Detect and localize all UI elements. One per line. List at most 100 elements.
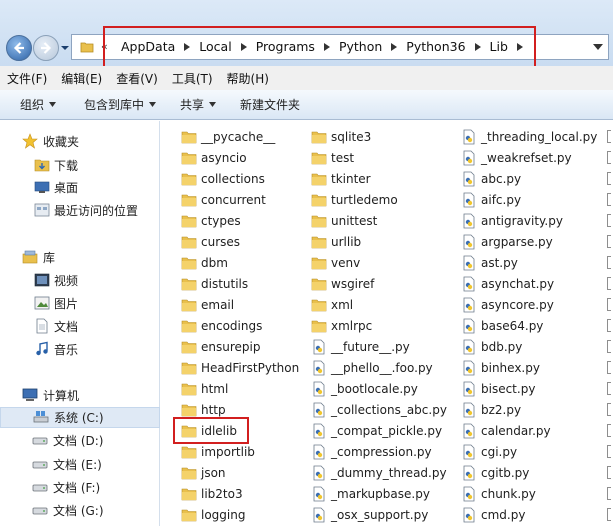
folder-item[interactable]: ctypes <box>181 211 241 231</box>
share-button[interactable]: 共享 <box>170 96 226 113</box>
nav-recent[interactable]: 最近访问的位置 <box>0 200 160 221</box>
crumb-appdata[interactable]: AppData <box>116 39 180 54</box>
menu-help[interactable]: 帮助(H) <box>220 70 276 87</box>
address-box[interactable]: « AppData Local Programs Python Python36… <box>71 34 609 60</box>
folder-item[interactable]: turtledemo <box>311 190 398 210</box>
file-item[interactable]: asynchat.py <box>461 274 554 294</box>
menu-file[interactable]: 文件(F) <box>0 70 54 87</box>
crumb-lib[interactable]: Lib <box>485 39 513 54</box>
crumb-python[interactable]: Python <box>334 39 387 54</box>
overflow-chevron-icon[interactable]: « <box>101 40 108 53</box>
file-item[interactable]: bdb.py <box>461 337 522 357</box>
organize-button[interactable]: 组织 <box>10 96 66 113</box>
folder-item[interactable]: encodings <box>181 316 262 336</box>
folder-item[interactable]: sqlite3 <box>311 127 371 147</box>
file-item[interactable]: chunk.py <box>461 484 536 504</box>
file-item[interactable]: base64.py <box>461 316 543 336</box>
nav-desktop[interactable]: 桌面 <box>0 177 160 198</box>
file-item[interactable]: bz2.py <box>461 400 521 420</box>
menu-tools[interactable]: 工具(T) <box>165 70 220 87</box>
folder-item[interactable]: asyncio <box>181 148 247 168</box>
forward-button[interactable] <box>33 35 59 61</box>
file-item[interactable]: binhex.py <box>461 358 540 378</box>
nav-drive-d[interactable]: 文档 (D:) <box>0 430 160 451</box>
folder-item[interactable]: concurrent <box>181 190 266 210</box>
folder-item[interactable]: json <box>181 463 226 483</box>
file-item[interactable]: bisect.py <box>461 379 535 399</box>
nav-documents[interactable]: 文档 <box>0 316 160 337</box>
nav-pictures[interactable]: 图片 <box>0 293 160 314</box>
file-item[interactable]: _markupbase.py <box>311 484 430 504</box>
file-item[interactable]: _collections_abc.py <box>311 400 447 420</box>
crumb-separator-icon[interactable] <box>471 42 485 51</box>
crumb-separator-icon[interactable] <box>513 42 527 51</box>
file-item[interactable]: _bootlocale.py <box>311 379 418 399</box>
folder-item[interactable]: ensurepip <box>181 337 260 357</box>
include-in-library-button[interactable]: 包含到库中 <box>74 96 166 113</box>
file-name: cgi.py <box>481 445 518 459</box>
menu-edit[interactable]: 编辑(E) <box>54 70 109 87</box>
new-folder-button[interactable]: 新建文件夹 <box>230 96 310 113</box>
folder-item[interactable]: idlelib <box>181 421 237 441</box>
folder-item[interactable]: http <box>181 400 226 420</box>
crumb-local[interactable]: Local <box>194 39 236 54</box>
folder-item[interactable]: html <box>181 379 228 399</box>
nav-videos[interactable]: 视频 <box>0 270 160 291</box>
folder-item[interactable]: lib2to3 <box>181 484 243 504</box>
file-item[interactable]: abc.py <box>461 169 521 189</box>
folder-item[interactable]: venv <box>311 253 360 273</box>
file-item[interactable]: _compression.py <box>311 442 432 462</box>
folder-item[interactable]: __pycache__ <box>181 127 275 147</box>
file-item[interactable]: argparse.py <box>461 232 553 252</box>
folder-item[interactable]: xml <box>311 295 353 315</box>
menu-view[interactable]: 查看(V) <box>109 70 165 87</box>
file-item[interactable]: _dummy_thread.py <box>311 463 447 483</box>
folder-item[interactable]: test <box>311 148 354 168</box>
folder-item[interactable]: unittest <box>311 211 377 231</box>
file-item[interactable]: _weakrefset.py <box>461 148 572 168</box>
nav-drive-c[interactable]: 系统 (C:) <box>0 407 160 428</box>
file-item[interactable]: calendar.py <box>461 421 551 441</box>
crumb-separator-icon[interactable] <box>180 42 194 51</box>
folder-item[interactable]: distutils <box>181 274 248 294</box>
file-item[interactable]: __future__.py <box>311 337 410 357</box>
nav-drive-f[interactable]: 文档 (F:) <box>0 477 160 498</box>
nav-drive-g[interactable]: 文档 (G:) <box>0 500 160 521</box>
nav-downloads[interactable]: 下载 <box>0 155 160 176</box>
file-item[interactable]: _threading_local.py <box>461 127 597 147</box>
file-item[interactable]: ast.py <box>461 253 518 273</box>
nav-libraries[interactable]: 库 <box>0 247 160 268</box>
file-item[interactable]: aifc.py <box>461 190 521 210</box>
recent-pages-chevron-icon[interactable] <box>61 44 69 52</box>
nav-computer[interactable]: 计算机 <box>0 385 160 406</box>
file-item[interactable]: _osx_support.py <box>311 505 428 525</box>
folder-item[interactable]: collections <box>181 169 265 189</box>
file-item[interactable]: asyncore.py <box>461 295 554 315</box>
address-dropdown-icon[interactable] <box>593 43 603 51</box>
crumb-separator-icon[interactable] <box>320 42 334 51</box>
crumb-programs[interactable]: Programs <box>251 39 320 54</box>
folder-item[interactable]: xmlrpc <box>311 316 372 336</box>
folder-item[interactable]: wsgiref <box>311 274 374 294</box>
folder-item[interactable]: email <box>181 295 234 315</box>
folder-item[interactable]: HeadFirstPython <box>181 358 299 378</box>
file-item[interactable]: cgi.py <box>461 442 517 462</box>
crumb-separator-icon[interactable] <box>237 42 251 51</box>
back-button[interactable] <box>6 35 32 61</box>
file-item[interactable]: _compat_pickle.py <box>311 421 442 441</box>
crumb-python36[interactable]: Python36 <box>401 39 470 54</box>
file-item[interactable]: antigravity.py <box>461 211 563 231</box>
nav-favorites[interactable]: 收藏夹 <box>0 131 160 152</box>
folder-item[interactable]: importlib <box>181 442 255 462</box>
folder-item[interactable]: urllib <box>311 232 361 252</box>
folder-item[interactable]: tkinter <box>311 169 371 189</box>
file-item[interactable]: __phello__.foo.py <box>311 358 433 378</box>
file-item[interactable]: cmd.py <box>461 505 525 525</box>
folder-item[interactable]: dbm <box>181 253 228 273</box>
folder-item[interactable]: logging <box>181 505 245 525</box>
nav-drive-e[interactable]: 文档 (E:) <box>0 454 160 475</box>
nav-music[interactable]: 音乐 <box>0 339 160 360</box>
folder-item[interactable]: curses <box>181 232 240 252</box>
file-item[interactable]: cgitb.py <box>461 463 529 483</box>
crumb-separator-icon[interactable] <box>387 42 401 51</box>
